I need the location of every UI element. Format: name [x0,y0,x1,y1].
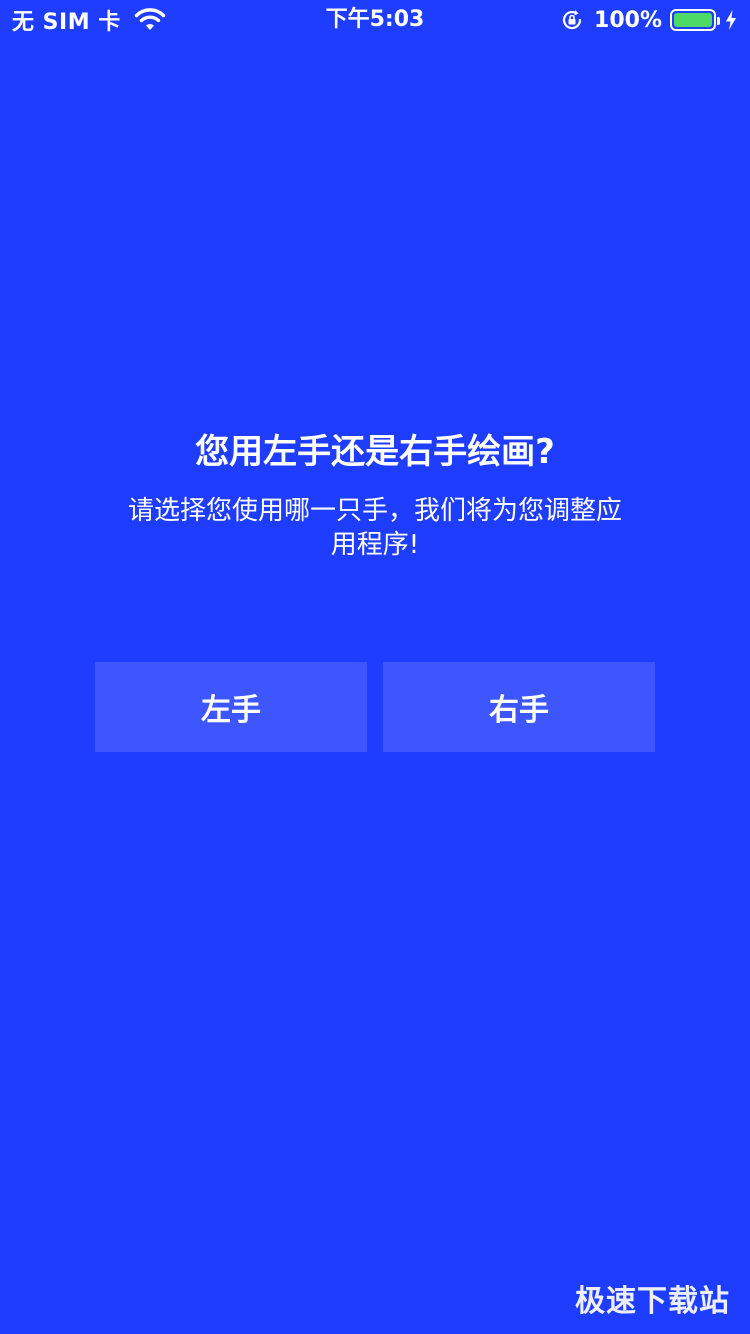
rotation-lock-icon [562,10,582,30]
battery-level-fill [674,13,712,27]
battery-percent: 100% [594,7,662,33]
prompt-subtitle: 请选择您使用哪一只手，我们将为您调整应用程序! [127,496,622,560]
charging-bolt-icon [726,10,736,30]
prompt-title: 您用左手还是右手绘画? [195,432,555,472]
battery-icon [670,9,720,31]
right-hand-button[interactable]: 右手 [383,662,655,752]
watermark-text: 极速下载站 [575,1284,730,1319]
status-bar: 无 SIM 卡 下午5:03 100% [0,0,750,40]
left-hand-button[interactable]: 左手 [95,662,367,752]
status-right: 100% [560,6,738,34]
